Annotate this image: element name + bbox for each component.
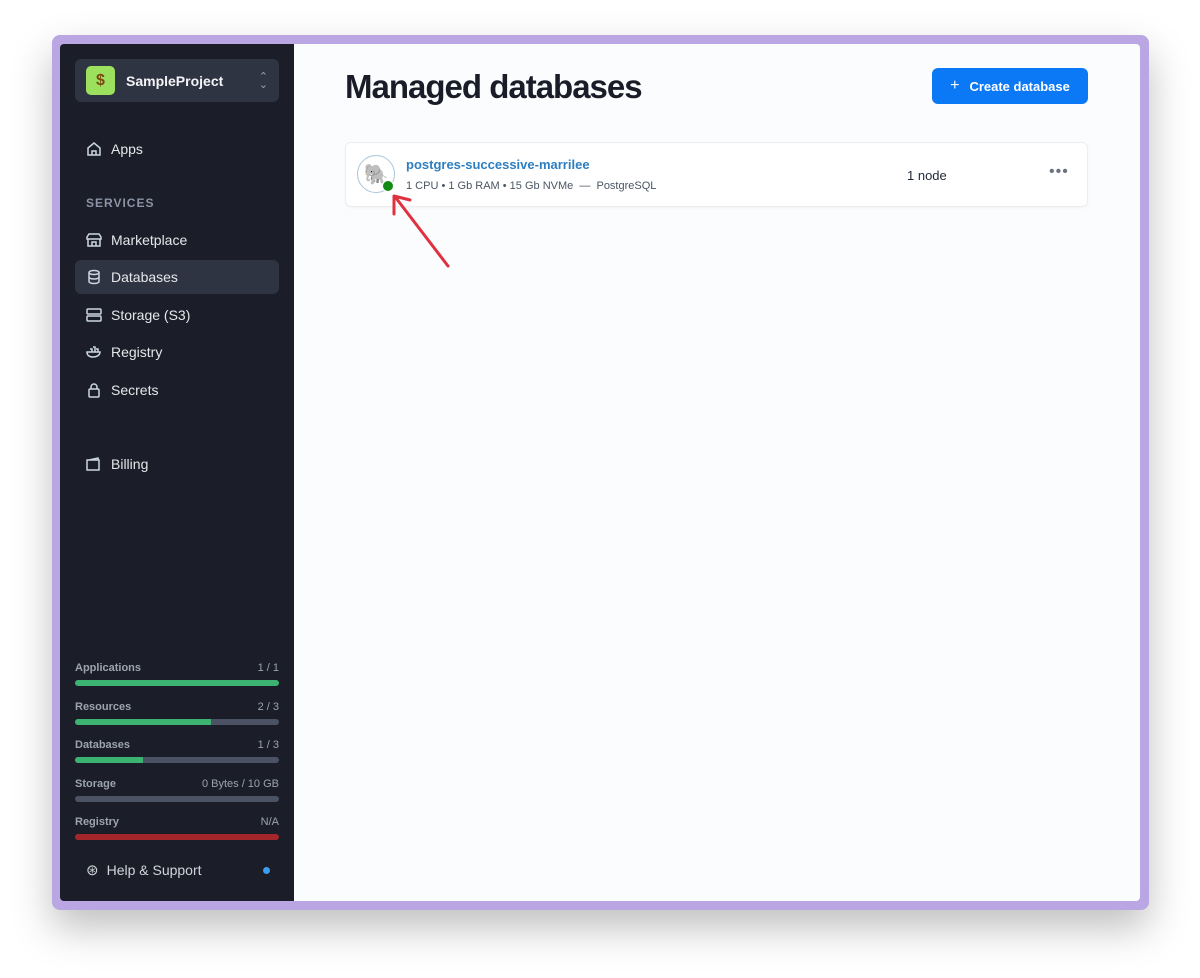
store-icon [86, 233, 102, 247]
sidebar-item-storage[interactable]: Storage (S3) [75, 298, 279, 332]
plus-icon: + [950, 77, 960, 94]
sidebar-item-label: Databases [111, 269, 178, 285]
usage-bar-fill [75, 757, 143, 763]
usage-bar [75, 795, 279, 802]
sidebar-item-label: Secrets [111, 382, 159, 398]
usage-value: 0 Bytes / 10 GB [201, 777, 279, 790]
help-support-link[interactable]: ⊛ Help & Support [86, 861, 270, 879]
database-icon [88, 269, 100, 285]
usage-meter-resources: Resources 2 / 3 [75, 701, 279, 725]
money-bag-icon: $ [86, 66, 115, 95]
main-content: Managed databases + Create database 🐘 pos… [294, 44, 1140, 901]
sidebar-item-label: Registry [111, 344, 163, 360]
usage-value: 2 / 3 [257, 700, 279, 713]
project-switcher[interactable]: $ SampleProject ⌃ ⌄ [75, 59, 279, 102]
help-label: Help & Support [106, 862, 202, 878]
create-database-button[interactable]: + Create database [932, 68, 1088, 104]
usage-bar [75, 718, 279, 725]
docker-icon [86, 346, 101, 358]
usage-bar-fill [75, 680, 279, 686]
more-options-icon[interactable]: ••• [1049, 163, 1069, 181]
lifebuoy-icon: ⊛ [86, 862, 99, 879]
sidebar-item-marketplace[interactable]: Marketplace [75, 223, 279, 257]
usage-label: Resources [75, 700, 132, 713]
page-title: Managed databases [345, 68, 643, 105]
usage-bar-fill [75, 718, 212, 725]
sidebar-item-registry[interactable]: Registry [75, 335, 279, 369]
usage-bar-fill [75, 834, 279, 840]
usage-value: 1 / 3 [257, 739, 279, 751]
usage-label: Applications [75, 662, 142, 674]
sidebar-item-label: Marketplace [111, 232, 188, 248]
notification-dot [263, 866, 270, 874]
usage-label: Registry [75, 816, 120, 828]
sidebar-item-label: Apps [111, 141, 143, 157]
chevron-updown-icon: ⌃ ⌄ [258, 70, 268, 91]
usage-bar [75, 757, 279, 763]
lock-icon [88, 383, 100, 398]
project-name: SampleProject [126, 72, 224, 89]
usage-meter-storage: Storage 0 Bytes / 10 GB [75, 778, 279, 802]
usage-label: Databases [75, 739, 131, 751]
usage-meter-applications: Applications 1 / 1 [75, 662, 279, 686]
app-window: $ SampleProject ⌃ ⌄ Apps SERVICES Marketp… [60, 44, 1140, 901]
button-label: Create database [969, 78, 1070, 94]
usage-bar [75, 834, 279, 840]
status-indicator [382, 180, 394, 192]
usage-bar [75, 680, 279, 686]
sidebar-item-apps[interactable]: Apps [75, 132, 279, 166]
database-row[interactable]: 🐘 postgres-successive-marrilee 1 CPU • 1… [345, 142, 1088, 207]
sidebar-item-label: Storage (S3) [111, 307, 191, 323]
usage-label: Storage [75, 777, 116, 790]
usage-meter-registry: Registry N/A [75, 816, 279, 840]
server-icon [86, 308, 102, 322]
usage-value: N/A [260, 816, 279, 828]
database-name-link[interactable]: postgres-successive-marrilee [406, 157, 590, 172]
sidebar-item-billing[interactable]: Billing [75, 447, 279, 481]
services-heading: SERVICES [86, 196, 155, 210]
usage-value: 1 / 1 [257, 662, 279, 674]
sidebar: $ SampleProject ⌃ ⌄ Apps SERVICES Marketp… [60, 44, 294, 901]
sidebar-item-secrets[interactable]: Secrets [75, 373, 279, 407]
node-count: 1 node [907, 168, 947, 183]
usage-meter-databases: Databases 1 / 3 [75, 739, 279, 763]
database-specs: 1 CPU • 1 Gb RAM • 15 Gb NVMe — PostgreS… [406, 180, 657, 192]
wallet-icon [86, 457, 100, 471]
home-icon [87, 142, 101, 156]
sidebar-item-databases[interactable]: Databases [75, 260, 279, 294]
sidebar-item-label: Billing [111, 456, 149, 472]
